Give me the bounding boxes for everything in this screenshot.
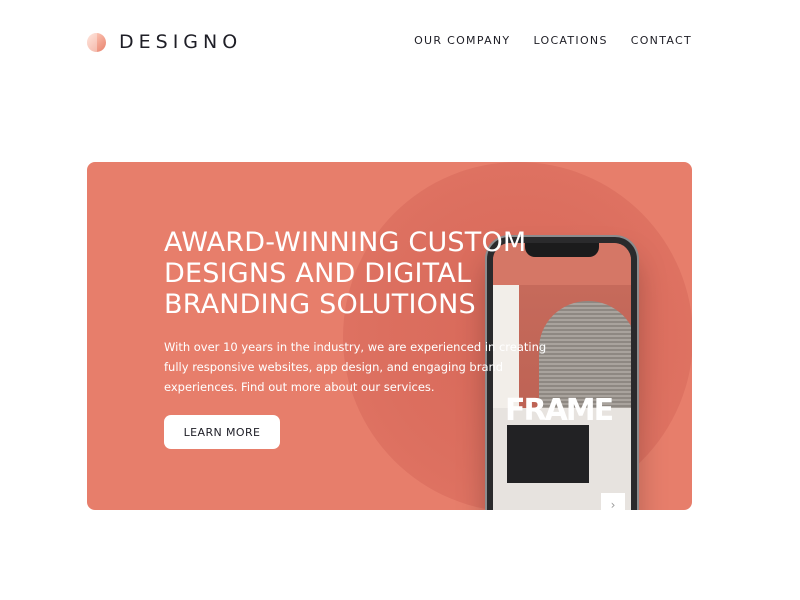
main-nav: OUR COMPANY LOCATIONS CONTACT — [414, 34, 692, 47]
nav-contact[interactable]: CONTACT — [631, 34, 692, 47]
designo-logo-icon — [87, 32, 106, 52]
nav-our-company[interactable]: OUR COMPANY — [414, 34, 510, 47]
hero-title-line: BRANDING SOLUTIONS — [164, 289, 476, 320]
hero-description: With over 10 years in the industry, we a… — [164, 340, 547, 394]
logo-link[interactable]: DESIGNO — [87, 30, 242, 54]
hero-title-line: AWARD-WINNING CUSTOM — [164, 227, 527, 258]
hero-content: AWARD-WINNING CUSTOM DESIGNS AND DIGITAL… — [164, 227, 584, 449]
logo-text: DESIGNO — [119, 31, 243, 53]
hero-title-line: DESIGNS AND DIGITAL — [164, 258, 472, 289]
nav-locations[interactable]: LOCATIONS — [533, 34, 607, 47]
learn-more-button[interactable]: LEARN MORE — [164, 415, 280, 449]
chevron-right-icon: › — [601, 493, 625, 510]
site-header: DESIGNO OUR COMPANY LOCATIONS CONTACT — [87, 30, 692, 54]
hero-title: AWARD-WINNING CUSTOM DESIGNS AND DIGITAL… — [164, 227, 584, 320]
hero-banner: FRAME › AWARD-WINNING CUSTOM DESIGNS AND… — [87, 162, 692, 510]
